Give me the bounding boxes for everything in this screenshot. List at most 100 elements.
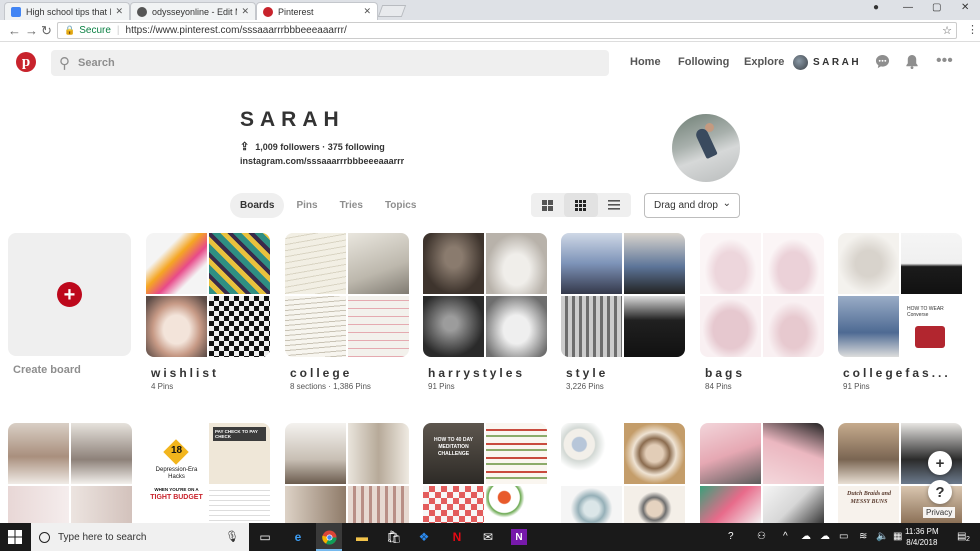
help-tray-icon[interactable]: ? — [728, 531, 734, 542]
windows-start-icon[interactable] — [7, 529, 23, 545]
pinterest-logo-icon[interactable]: p — [16, 52, 36, 72]
search-input[interactable] — [78, 57, 578, 69]
nav-home[interactable]: Home — [630, 56, 661, 68]
file-explorer-icon[interactable]: ▬ — [354, 529, 370, 545]
keyboard-icon[interactable]: ▦ — [893, 531, 902, 542]
board-cover[interactable] — [700, 233, 824, 357]
cover-image — [624, 423, 685, 484]
wifi-icon[interactable]: ≋ — [859, 531, 867, 542]
cover-image — [838, 296, 899, 357]
board-style[interactable]: style 3,226 Pins — [561, 233, 685, 391]
chrome-icon[interactable] — [321, 529, 337, 545]
board-cover[interactable]: HOW TO WEAR Converse — [838, 233, 962, 357]
notification-count-badge: 2 — [966, 536, 970, 543]
privacy-link[interactable]: Privacy — [923, 507, 956, 518]
tray-chevron-icon[interactable]: ^ — [783, 531, 788, 542]
board-wishlist[interactable]: wishlist 4 Pins — [146, 233, 270, 391]
board-cover[interactable] — [8, 423, 132, 524]
cover-image — [486, 296, 547, 357]
board-cover[interactable] — [285, 233, 409, 357]
cover-image: HOW TO WEAR Converse — [901, 296, 962, 357]
board-bags[interactable]: bags 84 Pins — [700, 233, 824, 391]
mail-icon[interactable]: ✉ — [480, 529, 496, 545]
board-cover[interactable] — [561, 423, 685, 524]
board-collegefashion[interactable]: HOW TO WEAR Converse collegefas... 91 Pi… — [838, 233, 962, 391]
browser-menu-icon[interactable]: ⋮ — [967, 23, 978, 36]
dropbox-icon[interactable]: ❖ — [416, 529, 432, 545]
tab-tries[interactable]: Tries — [330, 193, 373, 218]
store-icon[interactable]: 🛍 — [386, 529, 402, 545]
onenote-icon[interactable]: N — [511, 529, 527, 545]
edge-icon[interactable]: e — [290, 529, 306, 545]
list-view-icon[interactable] — [598, 193, 631, 217]
new-tab-button[interactable] — [377, 5, 407, 17]
more-options-icon[interactable]: ••• — [936, 52, 953, 70]
board-row2-2[interactable]: 18 Depression-Era Hacks WHEN YOU'RE ON A… — [146, 423, 270, 524]
avatar[interactable] — [793, 55, 808, 70]
volume-icon[interactable]: 🔈 — [876, 531, 888, 542]
notifications-bell-icon[interactable] — [905, 54, 919, 73]
url-field[interactable]: 🔒 Secure | https://www.pinterest.com/sss… — [57, 22, 957, 39]
minimize-icon[interactable]: — — [903, 2, 913, 13]
board-harrystyles[interactable]: harrystyles 91 Pins — [423, 233, 547, 391]
create-board-label[interactable]: Create board — [13, 364, 81, 376]
reload-icon[interactable]: ↻ — [41, 23, 52, 39]
board-row2-4[interactable]: HOW TO 40 DAY MEDITATION CHALLENGE — [423, 423, 547, 524]
close-icon[interactable]: ✕ — [363, 6, 371, 17]
battery-icon[interactable]: ▭ — [839, 531, 848, 542]
window-close-icon[interactable]: ✕ — [961, 2, 969, 13]
pinterest-icon — [263, 6, 273, 17]
nav-following[interactable]: Following — [678, 56, 729, 68]
cover-text: TIGHT BUDGET — [150, 494, 203, 501]
taskbar-search[interactable]: Type here to search 🎙 — [31, 523, 249, 551]
share-icon[interactable]: ⇪ — [240, 140, 249, 153]
cloud-icon[interactable]: ☁ — [801, 531, 811, 542]
compact-grid-view-icon[interactable] — [564, 193, 598, 217]
tab-boards[interactable]: Boards — [230, 193, 285, 218]
cover-image — [624, 486, 685, 524]
back-icon[interactable]: ← — [8, 23, 21, 38]
create-board-button[interactable]: + — [8, 233, 131, 356]
board-cover[interactable]: HOW TO 40 DAY MEDITATION CHALLENGE — [423, 423, 547, 524]
profile-icon[interactable]: ● — [873, 2, 879, 13]
task-view-icon[interactable]: ▭ — [257, 529, 273, 545]
browser-tab-2[interactable]: odysseyonline - Edit Mo ✕ — [130, 2, 256, 20]
microphone-icon[interactable]: 🎙 — [225, 530, 239, 543]
onedrive-icon[interactable]: ☁ — [820, 531, 830, 542]
messages-icon[interactable] — [875, 54, 890, 73]
large-grid-view-icon[interactable] — [531, 193, 564, 217]
board-row2-5[interactable] — [561, 423, 685, 524]
bookmark-star-icon[interactable]: ☆ — [942, 24, 952, 37]
tab-pins[interactable]: Pins — [286, 193, 327, 218]
board-row2-6[interactable] — [700, 423, 824, 524]
browser-tab-3[interactable]: Pinterest ✕ — [256, 2, 378, 20]
profile-link[interactable]: SARAH — [813, 57, 861, 68]
close-icon[interactable]: ✕ — [241, 6, 249, 17]
tab-topics[interactable]: Topics — [375, 193, 426, 218]
browser-tab-1[interactable]: High school tips that I w ✕ — [4, 2, 130, 20]
add-pin-button[interactable]: + — [928, 451, 952, 475]
netflix-icon[interactable]: N — [449, 529, 465, 545]
people-icon[interactable]: ⚇ — [757, 531, 766, 542]
board-cover[interactable] — [146, 233, 270, 357]
sort-dropdown[interactable]: Drag and drop ⌄ — [644, 193, 740, 218]
close-icon[interactable]: ✕ — [115, 6, 123, 17]
board-row2-1[interactable] — [8, 423, 132, 524]
cover-image — [486, 233, 547, 294]
pinterest-header: p ⚲ Home Following Explore SARAH ••• — [0, 42, 980, 84]
board-cover[interactable] — [700, 423, 824, 524]
board-cover[interactable] — [285, 423, 409, 524]
search-bar[interactable]: ⚲ — [51, 50, 609, 76]
forward-icon[interactable]: → — [25, 23, 38, 38]
nav-explore[interactable]: Explore — [744, 56, 784, 68]
followers-following[interactable]: 1,009 followers · 375 following — [255, 142, 385, 152]
board-cover[interactable] — [561, 233, 685, 357]
taskbar-clock[interactable]: 11:36 PM 8/4/2018 — [905, 526, 939, 548]
board-cover[interactable] — [423, 233, 547, 357]
board-row2-3[interactable] — [285, 423, 409, 524]
profile-website-link[interactable]: instagram.com/sssaaarrrbbbeeeaaarrr — [240, 156, 404, 166]
board-cover[interactable]: 18 Depression-Era Hacks WHEN YOU'RE ON A… — [146, 423, 270, 524]
help-button[interactable]: ? — [928, 480, 952, 504]
board-college[interactable]: college 8 sections · 1,386 Pins — [285, 233, 409, 391]
maximize-icon[interactable]: ▢ — [932, 2, 941, 13]
